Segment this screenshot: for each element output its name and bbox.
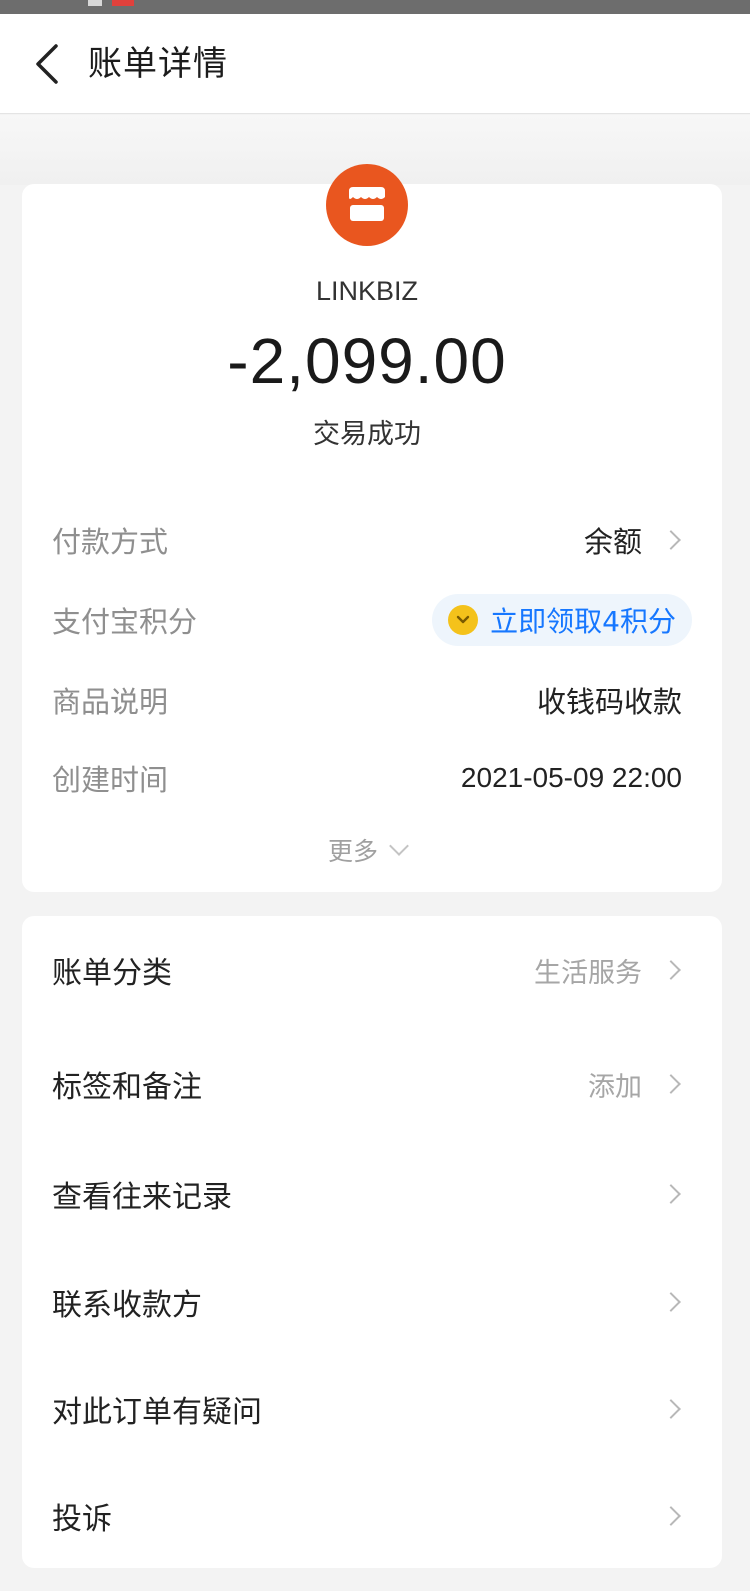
created-time-label: 创建时间 [52, 763, 169, 797]
contact-payee-label: 联系收款方 [52, 1288, 202, 1323]
chevron-left-icon [36, 44, 58, 84]
back-button[interactable] [22, 36, 72, 92]
claim-points-button[interactable]: 立即领取4积分 [432, 594, 692, 646]
tags-notes-label: 标签和备注 [52, 1070, 202, 1105]
created-time-value: 2021-05-09 22:00 [460, 762, 682, 793]
shop-icon [326, 164, 408, 246]
merchant-name: LINKBIZ [315, 276, 419, 306]
points-row: 支付宝积分 立即领取4积分 [52, 594, 692, 646]
chevron-down-icon [389, 836, 409, 856]
product-description-row: 商品说明 收钱码收款 [52, 678, 682, 722]
chevron-right-icon [661, 530, 681, 550]
chevron-right-icon [661, 1399, 681, 1419]
bill-category-row[interactable]: 账单分类 生活服务 [52, 940, 682, 1000]
product-description-label: 商品说明 [52, 685, 169, 719]
complaint-row[interactable]: 投诉 [52, 1486, 682, 1546]
claim-points-label: 立即领取4积分 [490, 605, 676, 638]
tags-notes-row[interactable]: 标签和备注 添加 [52, 1054, 682, 1114]
more-label: 更多 [327, 837, 378, 866]
points-label: 支付宝积分 [52, 605, 198, 639]
payment-method-label: 付款方式 [52, 525, 169, 559]
bill-summary-card: LINKBIZ -2,099.00 交易成功 付款方式 余额 支付宝积分 立即领… [22, 164, 722, 892]
bill-category-value: 生活服务 [534, 957, 642, 989]
tags-notes-value: 添加 [588, 1071, 642, 1103]
bill-actions-card: 账单分类 生活服务 标签和备注 添加 查看往来记录 联系收款方 对此订单有疑问 … [22, 916, 722, 1568]
order-question-row[interactable]: 对此订单有疑问 [52, 1379, 682, 1439]
chevron-right-icon [661, 1506, 681, 1526]
transaction-status: 交易成功 [313, 419, 421, 450]
view-history-row[interactable]: 查看往来记录 [52, 1164, 682, 1224]
chevron-right-icon [661, 960, 681, 980]
view-history-label: 查看往来记录 [52, 1180, 232, 1215]
coin-icon [448, 605, 479, 635]
status-bar [0, 0, 750, 14]
payment-method-row[interactable]: 付款方式 余额 [52, 518, 682, 562]
status-indicator [88, 0, 102, 6]
bill-category-label: 账单分类 [52, 956, 172, 991]
product-description-value: 收钱码收款 [536, 685, 682, 719]
contact-payee-row[interactable]: 联系收款方 [52, 1272, 682, 1332]
order-question-label: 对此订单有疑问 [52, 1395, 262, 1430]
transaction-amount: -2,099.00 [227, 325, 507, 397]
payment-method-value: 余额 [583, 525, 642, 559]
chevron-right-icon [661, 1292, 681, 1312]
navigation-bar: 账单详情 [0, 14, 750, 114]
chevron-right-icon [661, 1184, 681, 1204]
page-title: 账单详情 [88, 44, 228, 84]
created-time-row: 创建时间 2021-05-09 22:00 [52, 756, 682, 800]
notification-indicator [112, 0, 134, 6]
complaint-label: 投诉 [52, 1502, 112, 1537]
more-button[interactable]: 更多 [22, 832, 712, 868]
chevron-right-icon [661, 1074, 681, 1094]
